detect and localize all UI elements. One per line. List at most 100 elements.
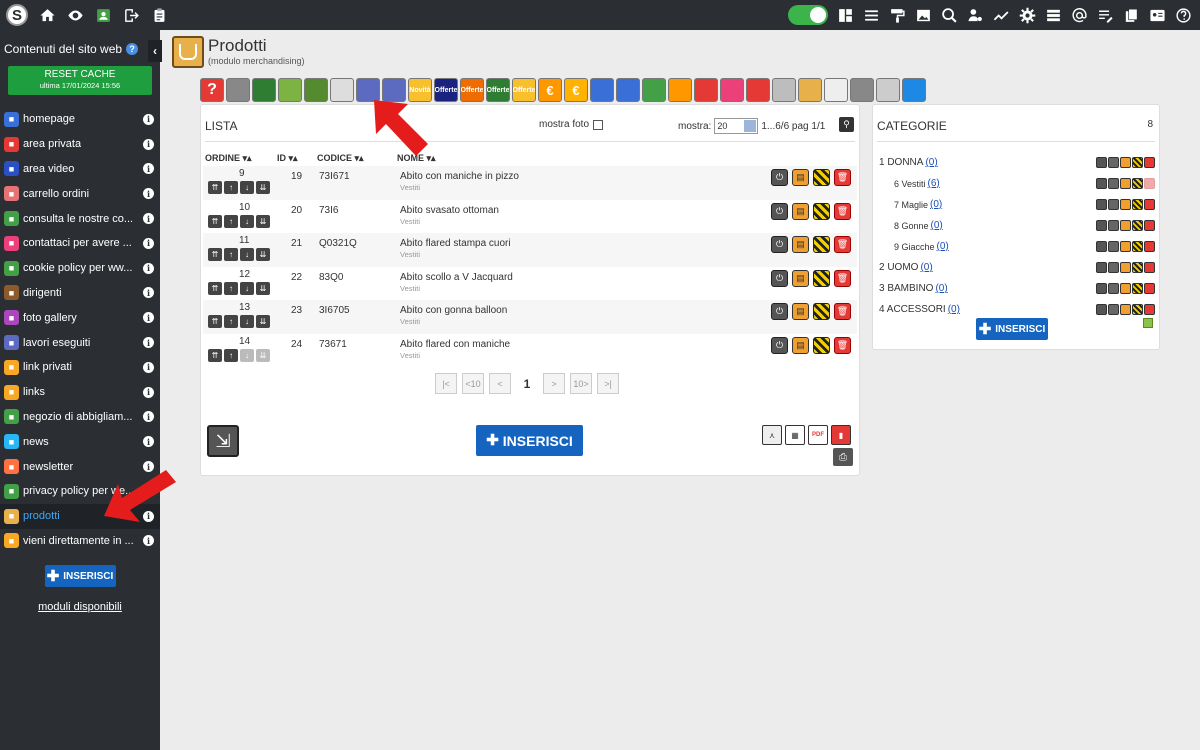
- info-icon[interactable]: i: [143, 113, 154, 125]
- info-icon[interactable]: i: [143, 237, 154, 249]
- sidebar-item-5[interactable]: ■ contattaci per avere ... i: [0, 231, 160, 256]
- edit-icon[interactable]: [1132, 241, 1143, 252]
- info-icon[interactable]: i: [143, 312, 154, 324]
- id-card-icon[interactable]: [1148, 6, 1166, 24]
- edit-icon[interactable]: [1132, 220, 1143, 231]
- move-icon[interactable]: [1108, 241, 1119, 252]
- move-icon[interactable]: [1108, 199, 1119, 210]
- info-icon[interactable]: i: [143, 436, 154, 448]
- menu-icon[interactable]: [862, 6, 880, 24]
- category-count-link[interactable]: (0): [931, 220, 943, 231]
- show-photo-checkbox[interactable]: [593, 119, 604, 130]
- trash-icon[interactable]: 🗑: [834, 236, 851, 253]
- toolbar-cart-2-icon[interactable]: [616, 78, 640, 102]
- sidebar-item-7[interactable]: ■ dirigenti i: [0, 281, 160, 306]
- trash-icon[interactable]: 🗑: [834, 303, 851, 320]
- toolbar-cart-1-icon[interactable]: [590, 78, 614, 102]
- toolbar-help-icon[interactable]: ?: [200, 78, 224, 102]
- forward-10-button[interactable]: 10>: [570, 373, 592, 394]
- sidebar-insert-button[interactable]: ✚ INSERISCI: [44, 565, 116, 588]
- document-icon[interactable]: [1120, 283, 1131, 294]
- toolbar-card-icon[interactable]: [642, 78, 666, 102]
- move-down-icon[interactable]: ↓: [240, 315, 254, 328]
- row-name[interactable]: Abito svasato ottoman: [400, 205, 499, 216]
- trash-icon[interactable]: [1144, 220, 1155, 231]
- category-count-link[interactable]: (0): [937, 241, 949, 252]
- last-page-button[interactable]: >|: [597, 373, 619, 394]
- move-bottom-icon[interactable]: ⇊: [256, 248, 270, 261]
- home-icon[interactable]: [38, 6, 56, 24]
- toolbar-offerte-2-icon[interactable]: Offerte: [460, 78, 484, 102]
- col-ordine[interactable]: ORDINE ▾▴: [205, 153, 252, 164]
- row-name[interactable]: Abito flared stampa cuori: [400, 238, 511, 249]
- help-icon[interactable]: [1174, 6, 1192, 24]
- edit-icon[interactable]: [1132, 304, 1143, 315]
- row-name[interactable]: Abito con maniche in pizzo: [400, 171, 519, 182]
- power-icon[interactable]: [1096, 199, 1107, 210]
- trash-icon[interactable]: 🗑: [834, 336, 851, 354]
- document-icon[interactable]: [1120, 157, 1131, 168]
- search-icon[interactable]: ⚲: [839, 117, 854, 132]
- power-icon[interactable]: [1096, 262, 1107, 273]
- sidebar-item-9[interactable]: ■ lavori eseguiti i: [0, 330, 160, 355]
- move-icon[interactable]: [1108, 178, 1119, 189]
- info-icon[interactable]: i: [143, 213, 154, 225]
- document-icon[interactable]: [1120, 304, 1131, 315]
- power-icon[interactable]: ⏻: [771, 303, 788, 320]
- question-icon[interactable]: ?: [126, 43, 139, 55]
- search-gear-icon[interactable]: [940, 6, 958, 24]
- power-icon[interactable]: ⏻: [771, 269, 788, 287]
- toolbar-offerte-4-icon[interactable]: Offerte: [512, 78, 536, 102]
- category-count-link[interactable]: (6): [928, 178, 940, 189]
- toolbar-robot-icon[interactable]: [226, 78, 250, 102]
- trash-icon[interactable]: [1144, 157, 1155, 168]
- category-count-link[interactable]: (0): [930, 199, 942, 210]
- sidebar-item-3[interactable]: ■ carrello ordini i: [0, 181, 160, 206]
- power-icon[interactable]: [1096, 178, 1107, 189]
- trash-icon[interactable]: 🗑: [834, 202, 851, 220]
- document-icon[interactable]: [1120, 178, 1131, 189]
- edit-icon[interactable]: [813, 236, 830, 253]
- category-count-link[interactable]: (0): [948, 304, 960, 315]
- sidebar-item-10[interactable]: ■ link privati i: [0, 355, 160, 380]
- move-top-icon[interactable]: ⇈: [208, 348, 222, 362]
- move-bottom-icon[interactable]: ⇊: [256, 348, 270, 362]
- toolbar-banner-download-icon[interactable]: [278, 78, 302, 102]
- site-logo[interactable]: S: [6, 4, 28, 26]
- next-page-button[interactable]: >: [543, 373, 565, 394]
- edit-icon[interactable]: [813, 336, 830, 354]
- category-count-link[interactable]: (0): [920, 262, 932, 273]
- move-icon[interactable]: [1108, 157, 1119, 168]
- toolbar-edit-grey-icon[interactable]: [772, 78, 796, 102]
- available-modules-link[interactable]: moduli disponibili: [0, 601, 160, 613]
- toolbar-globe-icon[interactable]: [902, 78, 926, 102]
- document-icon[interactable]: ▤: [792, 303, 809, 320]
- first-page-button[interactable]: |<: [435, 373, 457, 394]
- insert-product-button[interactable]: ✚ INSERISCI: [476, 425, 583, 456]
- edit-icon[interactable]: [1132, 157, 1143, 168]
- toolbar-sign-icon[interactable]: [330, 78, 354, 102]
- move-up-icon[interactable]: ↑: [224, 281, 238, 295]
- move-top-icon[interactable]: ⇈: [208, 248, 222, 261]
- power-icon[interactable]: [1096, 220, 1107, 231]
- eye-icon[interactable]: [66, 6, 84, 24]
- move-bottom-icon[interactable]: ⇊: [256, 281, 270, 295]
- info-icon[interactable]: i: [143, 411, 154, 423]
- edit-icon[interactable]: [813, 269, 830, 287]
- power-icon[interactable]: [1096, 241, 1107, 252]
- move-top-icon[interactable]: ⇈: [208, 281, 222, 295]
- power-icon[interactable]: [1096, 304, 1107, 315]
- reset-cache-button[interactable]: RESET CACHE ultima 17/01/2024 15:56: [8, 66, 152, 95]
- site-online-toggle[interactable]: [788, 5, 828, 25]
- document-icon[interactable]: ▤: [792, 202, 809, 220]
- info-icon[interactable]: i: [143, 287, 154, 299]
- user-gear-icon[interactable]: [966, 6, 984, 24]
- trash-icon[interactable]: [1144, 262, 1155, 273]
- toolbar-offerte-3-icon[interactable]: Offerte: [486, 78, 510, 102]
- toolbar-tags-icon[interactable]: [694, 78, 718, 102]
- move-icon[interactable]: [1108, 283, 1119, 294]
- toolbar-document-pink-icon[interactable]: [720, 78, 744, 102]
- info-icon[interactable]: i: [143, 262, 154, 274]
- power-icon[interactable]: ⏻: [771, 202, 788, 220]
- edit-icon[interactable]: [813, 303, 830, 320]
